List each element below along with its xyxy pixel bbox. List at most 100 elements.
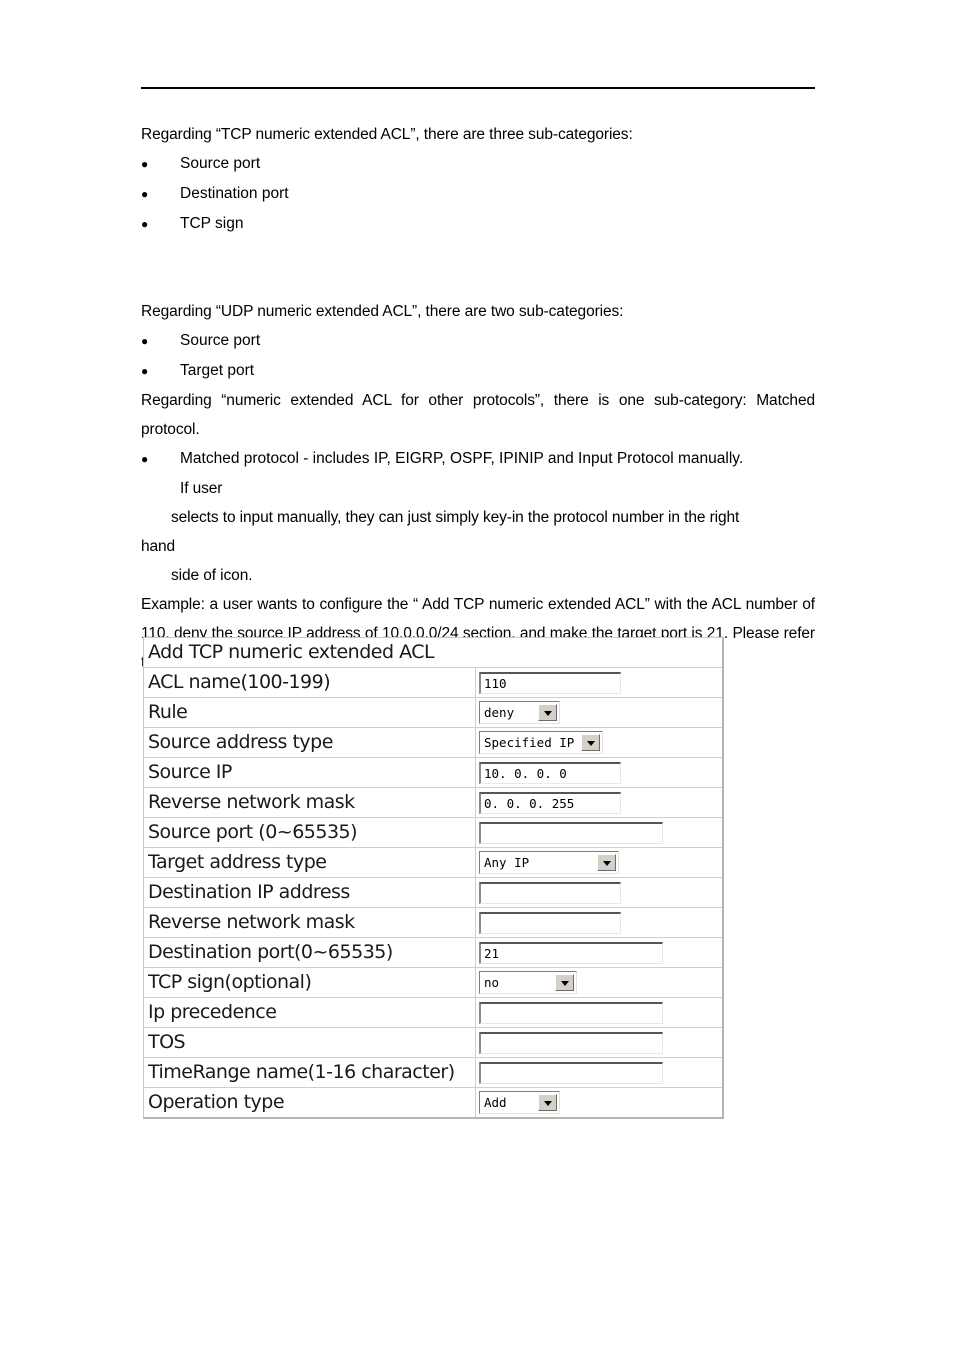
field-label: Source port (0~65535) [144,818,476,847]
paragraph-matched-protocol-line5: side of icon. [171,567,253,584]
field-control: no [476,968,722,997]
destination-port-input[interactable]: 21 [479,941,663,964]
list-item-tcp-destination-port: Destination port [141,179,815,209]
rule-select[interactable]: deny [479,701,560,724]
form-row-source-ip: Source IP 10. 0. 0. 0 [144,758,722,788]
form-row-source-reverse-mask: Reverse network mask 0. 0. 0. 255 [144,788,722,818]
list-item-tcp-sign: TCP sign [141,209,815,239]
list-item-label: Source port [180,332,261,349]
form-title: Add TCP numeric extended ACL [148,641,435,663]
operation-type-select-value: Add [484,1095,507,1110]
bullet-icon [141,149,180,179]
document-body: Regarding “TCP numeric extended ACL”, th… [141,120,815,677]
field-label: Destination port(0~65535) [144,938,476,967]
source-address-type-select[interactable]: Specified IP [479,731,603,754]
ip-precedence-input[interactable] [479,1001,663,1024]
list-item-label: TCP sign [180,215,244,232]
field-label: Ip precedence [144,998,476,1027]
timerange-name-input[interactable] [479,1061,663,1084]
field-label: Destination IP address [144,878,476,907]
form-title-row: Add TCP numeric extended ACL [144,638,722,668]
form-row-acl-name: ACL name(100-199) 110 [144,668,722,698]
paragraph-other-protocols-intro: Regarding “numeric extended ACL for othe… [141,392,815,438]
field-label: TCP sign(optional) [144,968,476,997]
field-control: Add [476,1088,722,1117]
tos-input[interactable] [479,1031,663,1054]
field-label: ACL name(100-199) [144,668,476,697]
field-label: Rule [144,698,476,727]
list-item-label: Source port [180,155,261,172]
destination-ip-input[interactable] [479,881,621,904]
paragraph-matched-protocol-line4: hand [141,538,176,555]
form-row-source-port: Source port (0~65535) [144,818,722,848]
rule-select-value: deny [484,705,515,720]
source-ip-input[interactable]: 10. 0. 0. 0 [479,761,621,784]
form-row-operation-type: Operation type Add [144,1088,722,1117]
field-control: deny [476,698,722,727]
list-item-tcp-source-port: Source port [141,149,815,179]
form-row-destination-port: Destination port(0~65535) 21 [144,938,722,968]
form-row-tcp-sign: TCP sign(optional) no [144,968,722,998]
field-control [476,818,722,847]
field-label: Operation type [144,1088,476,1117]
bullet-icon [141,209,180,239]
field-label: Target address type [144,848,476,877]
form-row-source-address-type: Source address type Specified IP [144,728,722,758]
paragraph-matched-protocol-line2: If user [180,480,223,497]
paragraph-matched-protocol-line3: selects to input manually, they can just… [171,509,740,526]
field-control: Any IP [476,848,722,877]
form-row-destination-ip: Destination IP address [144,878,722,908]
list-item-label: Destination port [180,185,289,202]
field-control: 0. 0. 0. 255 [476,788,722,817]
form-row-tos: TOS [144,1028,722,1058]
field-control [476,878,722,907]
field-control [476,1028,722,1057]
field-control: Specified IP [476,728,722,757]
paragraph-udp-intro: Regarding “UDP numeric extended ACL”, th… [141,303,624,320]
tcp-sign-select[interactable]: no [479,971,577,994]
destination-reverse-network-mask-input[interactable] [479,911,621,934]
list-item-udp-target-port: Target port [141,356,815,386]
chevron-down-icon[interactable] [555,974,574,991]
form-row-timerange-name: TimeRange name(1-16 character) [144,1058,722,1088]
chevron-down-icon[interactable] [538,704,557,721]
field-control [476,908,722,937]
form-row-ip-precedence: Ip precedence [144,998,722,1028]
chevron-down-icon[interactable] [597,854,616,871]
field-label: Reverse network mask [144,788,476,817]
list-item-udp-source-port: Source port [141,326,815,356]
bullet-icon [141,179,180,209]
form-row-rule: Rule deny [144,698,722,728]
form-row-destination-reverse-mask: Reverse network mask [144,908,722,938]
chevron-down-icon[interactable] [581,734,600,751]
operation-type-select[interactable]: Add [479,1091,560,1114]
tcp-sign-select-value: no [484,975,500,990]
list-item-matched-protocol: Matched protocol - includes IP, EIGRP, O… [141,444,815,474]
bullet-icon [141,356,180,386]
field-control: 110 [476,668,722,697]
target-address-type-select-value: Any IP [484,855,530,870]
field-label: Source IP [144,758,476,787]
source-reverse-network-mask-input[interactable]: 0. 0. 0. 255 [479,791,621,814]
page-header-rule [141,87,815,89]
paragraph-tcp-intro: Regarding “TCP numeric extended ACL”, th… [141,126,633,143]
acl-name-input[interactable]: 110 [479,671,621,694]
source-address-type-select-value: Specified IP [484,735,575,750]
list-item-label: Matched protocol - includes IP, EIGRP, O… [180,450,744,467]
target-address-type-select[interactable]: Any IP [479,851,619,874]
field-control: 10. 0. 0. 0 [476,758,722,787]
document-page: Regarding “TCP numeric extended ACL”, th… [0,0,954,1350]
chevron-down-icon[interactable] [538,1094,557,1111]
field-control [476,998,722,1027]
field-label: TimeRange name(1-16 character) [144,1058,476,1087]
bullet-icon [141,444,180,474]
field-control [476,1058,722,1087]
source-port-input[interactable] [479,821,663,844]
add-tcp-numeric-extended-acl-form: Add TCP numeric extended ACL ACL name(10… [143,637,724,1119]
bullet-icon [141,326,180,356]
field-label: Source address type [144,728,476,757]
list-item-label: Target port [180,362,255,379]
field-label: TOS [144,1028,476,1057]
